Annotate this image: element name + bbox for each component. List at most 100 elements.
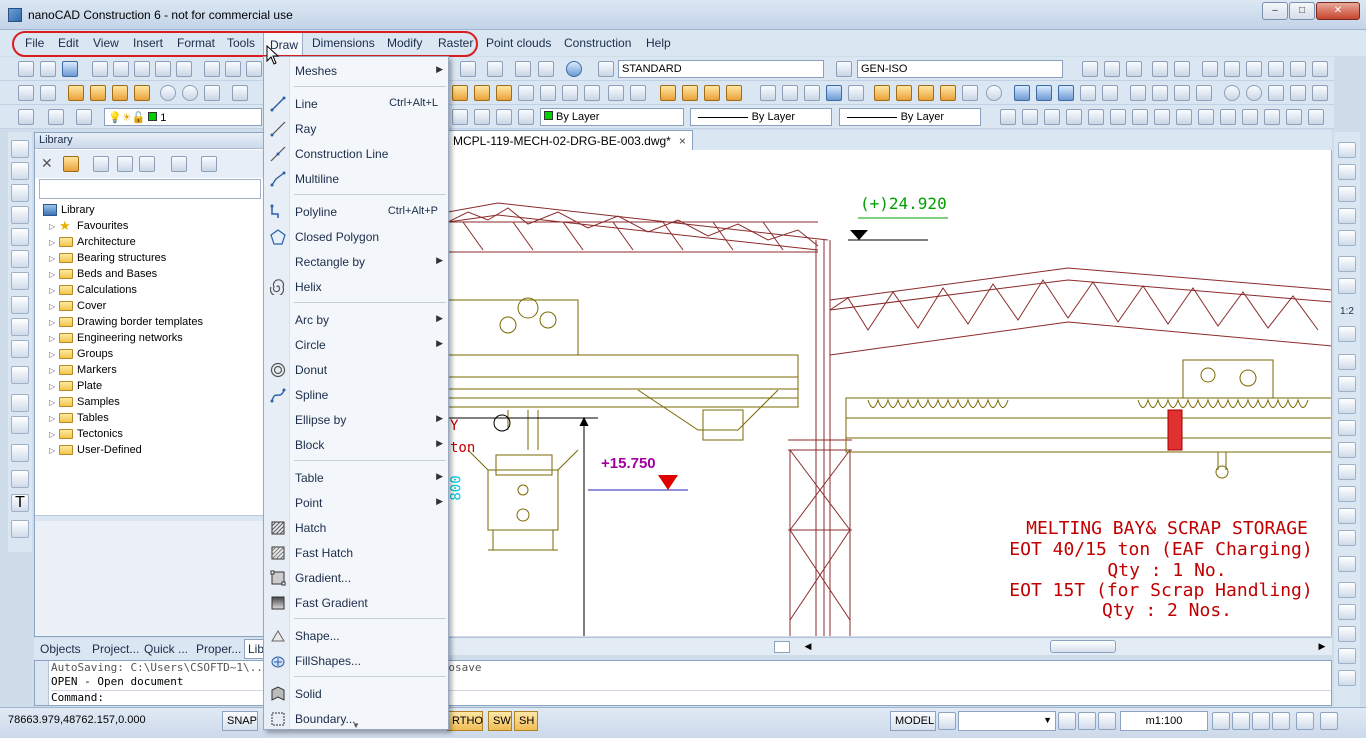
snap-circle-icon[interactable]: [1174, 61, 1190, 77]
edit-pencil2-icon[interactable]: [682, 85, 698, 101]
menu-construction[interactable]: Construction: [564, 36, 631, 50]
tree-item-tables[interactable]: ▷ Tables: [39, 410, 261, 426]
snap-perp-icon[interactable]: [1126, 61, 1142, 77]
dim-style-icon[interactable]: [836, 61, 852, 77]
r-chamfer-icon[interactable]: [1338, 442, 1356, 458]
pan-icon[interactable]: [1212, 712, 1230, 730]
copy-icon[interactable]: [225, 61, 241, 77]
snap-grid-icon[interactable]: [1082, 61, 1098, 77]
v-insert-icon[interactable]: [11, 366, 29, 384]
edit-o-icon[interactable]: [896, 85, 912, 101]
edit-f-icon[interactable]: [562, 85, 578, 101]
r-stretch-icon[interactable]: [1338, 326, 1356, 342]
menu-item-line[interactable]: Line Ctrl+Alt+L: [264, 93, 448, 115]
menu-item-block[interactable]: Block ▶: [264, 434, 448, 456]
library-help-icon[interactable]: [201, 156, 217, 172]
dim-f-icon[interactable]: [1110, 109, 1126, 125]
layout-switch-icon[interactable]: [938, 712, 956, 730]
view-b-icon[interactable]: [1036, 85, 1052, 101]
dim-h-icon[interactable]: [1154, 109, 1170, 125]
edit-d-icon[interactable]: [518, 85, 534, 101]
tree-item-architecture[interactable]: ▷ Architecture: [39, 234, 261, 250]
menu-item-donut[interactable]: Donut: [264, 359, 448, 381]
r-fillet-icon[interactable]: [1338, 464, 1356, 480]
measure-icon[interactable]: [515, 61, 531, 77]
maximize-button[interactable]: □: [1289, 2, 1315, 20]
delete-icon[interactable]: ✕: [41, 156, 57, 172]
draw-diagonal-icon[interactable]: [134, 85, 150, 101]
v-rectangle-icon[interactable]: [11, 228, 29, 246]
draw-circle-icon[interactable]: [182, 85, 198, 101]
tab-project[interactable]: Project...: [92, 642, 139, 656]
scroll-left-icon[interactable]: ◀: [802, 641, 814, 653]
menu-item-multiline[interactable]: Multiline: [264, 168, 448, 190]
edit-s-icon[interactable]: [986, 85, 1002, 101]
sheets-icon[interactable]: [176, 61, 192, 77]
r-break-icon[interactable]: [1338, 398, 1356, 414]
preview-icon[interactable]: [113, 61, 129, 77]
edit-k-icon[interactable]: [804, 85, 820, 101]
dim-n-icon[interactable]: [1286, 109, 1302, 125]
menu-scroll-down-icon[interactable]: ▼: [352, 721, 360, 730]
linetype-combo[interactable]: By Layer: [690, 108, 832, 126]
dim-l-icon[interactable]: [1242, 109, 1258, 125]
sw-toggle[interactable]: SW: [488, 711, 512, 731]
snap-tangent-icon[interactable]: [1104, 61, 1120, 77]
edit-pencil-icon[interactable]: [660, 85, 676, 101]
snap-node-icon[interactable]: [1202, 61, 1218, 77]
menu-point-clouds[interactable]: Point clouds: [486, 36, 551, 50]
snap-star-icon[interactable]: [1312, 61, 1328, 77]
drawing-canvas[interactable]: (+)24.920 +15.750 Y ton 800 MELTING BAY&…: [448, 150, 1332, 636]
layer-a-icon[interactable]: [452, 109, 468, 125]
r-scale-label[interactable]: 1:2: [1336, 306, 1358, 317]
edit-g-icon[interactable]: [584, 85, 600, 101]
layer-c-icon[interactable]: [496, 109, 512, 125]
menu-item-solid[interactable]: Solid: [264, 683, 448, 705]
menu-item-hatch[interactable]: Hatch: [264, 517, 448, 539]
v-point-icon[interactable]: [11, 444, 29, 462]
dim-k-icon[interactable]: [1220, 109, 1236, 125]
tree-item-samples[interactable]: ▷ Samples: [39, 394, 261, 410]
dim-i-icon[interactable]: [1176, 109, 1192, 125]
tree-item-bearing-structures[interactable]: ▷ Bearing structures: [39, 250, 261, 266]
v-spline-icon[interactable]: [11, 318, 29, 336]
v-polyline-icon[interactable]: [11, 184, 29, 202]
view-l-icon[interactable]: [1268, 85, 1284, 101]
snap-insert-icon[interactable]: [1224, 61, 1240, 77]
r-eraser-icon[interactable]: [1338, 164, 1356, 180]
model-toggle[interactable]: MODEL: [890, 711, 936, 731]
menu-item-table[interactable]: Table ▶: [264, 467, 448, 489]
menu-item-construction-line[interactable]: Construction Line: [264, 143, 448, 165]
cut-icon[interactable]: [204, 61, 220, 77]
r-layer-e-icon[interactable]: [1338, 670, 1356, 686]
edit-h-icon[interactable]: [630, 85, 646, 101]
tab-objects[interactable]: Objects: [40, 642, 81, 656]
menu-item-meshes[interactable]: Meshes ▶: [264, 60, 448, 82]
view-n-icon[interactable]: [1312, 85, 1328, 101]
tree-item-cover[interactable]: ▷ Cover: [39, 298, 261, 314]
snap-end-icon[interactable]: [1290, 61, 1306, 77]
viewport-combo[interactable]: ▼: [958, 711, 1056, 731]
tree-item-groups[interactable]: ▷ Groups: [39, 346, 261, 362]
snap-quadrant-icon[interactable]: [1246, 61, 1262, 77]
draw-angle-icon[interactable]: [232, 85, 248, 101]
draw-ray-icon[interactable]: [40, 85, 56, 101]
layer-combo[interactable]: 💡☀🔓 1: [104, 108, 262, 126]
view-m-icon[interactable]: [1290, 85, 1306, 101]
snap-toggle[interactable]: SNAP: [222, 711, 258, 731]
edit-j-icon[interactable]: [782, 85, 798, 101]
image-icon[interactable]: [487, 61, 503, 77]
scale-combo[interactable]: m1:100: [1120, 711, 1208, 731]
dim-style-combo[interactable]: GEN-ISO: [857, 60, 1063, 78]
layer-props-icon[interactable]: [18, 109, 34, 125]
view-j-icon[interactable]: [1224, 85, 1240, 101]
command-line[interactable]: AutoSaving: C:\Users\CSOFTD~1\...\(9-43-…: [34, 660, 1332, 706]
layout-icon[interactable]: [774, 641, 790, 653]
save-icon[interactable]: [62, 61, 78, 77]
view-d-icon[interactable]: [1080, 85, 1096, 101]
r-offset-icon[interactable]: [1338, 230, 1356, 246]
menu-item-rectangle-by[interactable]: Rectangle by ▶: [264, 251, 448, 273]
edit-l-icon[interactable]: [826, 85, 842, 101]
menu-help[interactable]: Help: [646, 36, 671, 50]
v-text-icon[interactable]: T: [11, 494, 29, 512]
